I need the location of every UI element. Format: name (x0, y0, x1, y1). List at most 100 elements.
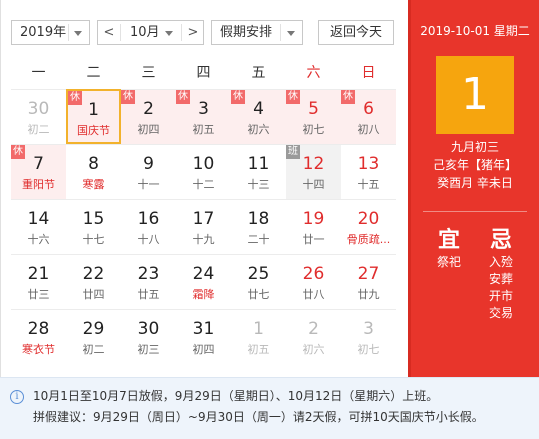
day-number: 21 (27, 264, 50, 284)
calendar-widget: 2019年 < 10月 > 假期安排 返回今天 一二三四五六日 30 初二休 1 国庆… (0, 0, 539, 439)
lunar-label: 初七 (357, 343, 380, 356)
day-number: 1 (253, 319, 264, 339)
weekday-label: 一 (31, 65, 46, 81)
lunar-label: 十四 (302, 178, 325, 191)
day-cell[interactable]: 休 5 初七 (286, 89, 341, 144)
lunar-label: 初二 (82, 343, 105, 356)
day-cell[interactable]: 23 廿五 (121, 254, 176, 309)
day-cell[interactable]: 1 初五 (231, 309, 286, 364)
day-grid: 30 初二休 1 国庆节休 2 初四休 3 初五休 4 初六休 5 初七休 6 初八休 7 重阳节 8 寒露 9 十一… (11, 89, 396, 364)
day-cell[interactable]: 10 十二 (176, 144, 231, 199)
day-cell[interactable]: 2 初六 (286, 309, 341, 364)
day-cell[interactable]: 休 7 重阳节 (11, 144, 66, 199)
day-cell[interactable]: 29 初二 (66, 309, 121, 364)
day-number: 15 (82, 209, 105, 229)
lunar-label: 廿五 (137, 288, 160, 301)
chevron-down-icon (287, 31, 295, 36)
day-cell[interactable]: 26 廿八 (286, 254, 341, 309)
day-cell[interactable]: 休 4 初六 (231, 89, 286, 144)
lunar-label: 二十 (247, 233, 270, 246)
weekday-label: 三 (141, 65, 156, 81)
weekday-label: 日 (361, 65, 376, 81)
day-number: 29 (82, 319, 105, 339)
day-cell[interactable]: 30 初二 (11, 89, 66, 144)
day-cell[interactable]: 班 12 十四 (286, 144, 341, 199)
weekday-label: 六 (306, 65, 321, 81)
day-number: 6 (363, 99, 374, 119)
day-number: 22 (82, 264, 105, 284)
calendar-main: 2019年 < 10月 > 假期安排 返回今天 一二三四五六日 30 初二休 1 国庆… (0, 0, 408, 377)
divider (68, 24, 69, 41)
day-number: 9 (143, 154, 154, 174)
ji-item: 安葬 (488, 272, 513, 286)
day-cell[interactable]: 11 十三 (231, 144, 286, 199)
day-cell[interactable]: 17 十九 (176, 199, 231, 254)
next-month-button[interactable]: > (182, 21, 204, 44)
lunar-label: 十五 (357, 178, 380, 191)
day-number: 11 (247, 154, 270, 174)
day-cell[interactable]: 休 1 国庆节 (66, 89, 121, 144)
day-number: 31 (192, 319, 215, 339)
ji-item: 交易 (488, 306, 513, 320)
prev-month-button[interactable]: < (98, 21, 120, 44)
day-number: 28 (27, 319, 50, 339)
day-cell[interactable]: 18 二十 (231, 199, 286, 254)
lunar-label: 初四 (137, 123, 160, 136)
day-number: 24 (192, 264, 215, 284)
day-cell[interactable]: 休 3 初五 (176, 89, 231, 144)
lunar-label: 霜降 (192, 288, 215, 301)
lunar-label: 初八 (357, 123, 380, 136)
day-cell[interactable]: 休 6 初八 (341, 89, 396, 144)
day-number: 17 (192, 209, 215, 229)
day-cell[interactable]: 15 十七 (66, 199, 121, 254)
day-cell[interactable]: 27 廿九 (341, 254, 396, 309)
day-number: 10 (192, 154, 215, 174)
ji-title: 忌 (489, 228, 512, 253)
day-cell[interactable]: 9 十一 (121, 144, 176, 199)
day-cell[interactable]: 20 骨质疏... (341, 199, 396, 254)
day-number: 30 (137, 319, 160, 339)
day-number: 5 (308, 99, 319, 119)
day-cell[interactable]: 28 寒衣节 (11, 309, 66, 364)
weekday-label: 五 (251, 65, 266, 81)
day-number: 3 (363, 319, 374, 339)
day-number: 2 (143, 99, 154, 119)
lunar-label: 初五 (192, 123, 215, 136)
day-cell[interactable]: 3 初七 (341, 309, 396, 364)
day-cell[interactable]: 8 寒露 (66, 144, 121, 199)
day-cell[interactable]: 31 初四 (176, 309, 231, 364)
lunar-label: 廿七 (247, 288, 270, 301)
ji-item: 入殓 (488, 255, 513, 269)
lunar-label: 初四 (192, 343, 215, 356)
day-cell[interactable]: 25 廿七 (231, 254, 286, 309)
day-cell[interactable]: 21 廿三 (11, 254, 66, 309)
day-cell[interactable]: 13 十五 (341, 144, 396, 199)
day-cell[interactable]: 30 初三 (121, 309, 176, 364)
lunar-label: 十六 (27, 233, 50, 246)
divider (280, 24, 281, 41)
day-number: 7 (33, 154, 44, 174)
lunar-label: 初二 (27, 123, 50, 136)
ji-item: 开市 (488, 289, 513, 303)
divider (120, 24, 121, 41)
day-number: 3 (198, 99, 209, 119)
info-icon: i (10, 390, 24, 404)
year-value: 2019年 (20, 25, 67, 40)
holiday-notice: i 10月1日至10月7日放假，9月29日（星期日）、10月12日（星期六）上班… (0, 377, 539, 439)
month-select[interactable]: < 10月 > (97, 20, 204, 45)
holiday-select[interactable]: 假期安排 (211, 20, 303, 45)
day-cell[interactable]: 24 霜降 (176, 254, 231, 309)
day-number: 30 (27, 99, 50, 119)
day-cell[interactable]: 22 廿四 (66, 254, 121, 309)
lunar-year: 己亥年【猪年】 (432, 158, 517, 172)
year-select[interactable]: 2019年 (11, 20, 90, 45)
yi-item: 祭祀 (436, 255, 461, 269)
day-cell[interactable]: 19 廿一 (286, 199, 341, 254)
day-cell[interactable]: 休 2 初四 (121, 89, 176, 144)
day-cell[interactable]: 14 十六 (11, 199, 66, 254)
lunar-label: 初三 (137, 343, 160, 356)
today-button[interactable]: 返回今天 (318, 20, 394, 45)
lunar-label: 初六 (302, 343, 325, 356)
lunar-label: 寒衣节 (22, 343, 55, 356)
day-cell[interactable]: 16 十八 (121, 199, 176, 254)
